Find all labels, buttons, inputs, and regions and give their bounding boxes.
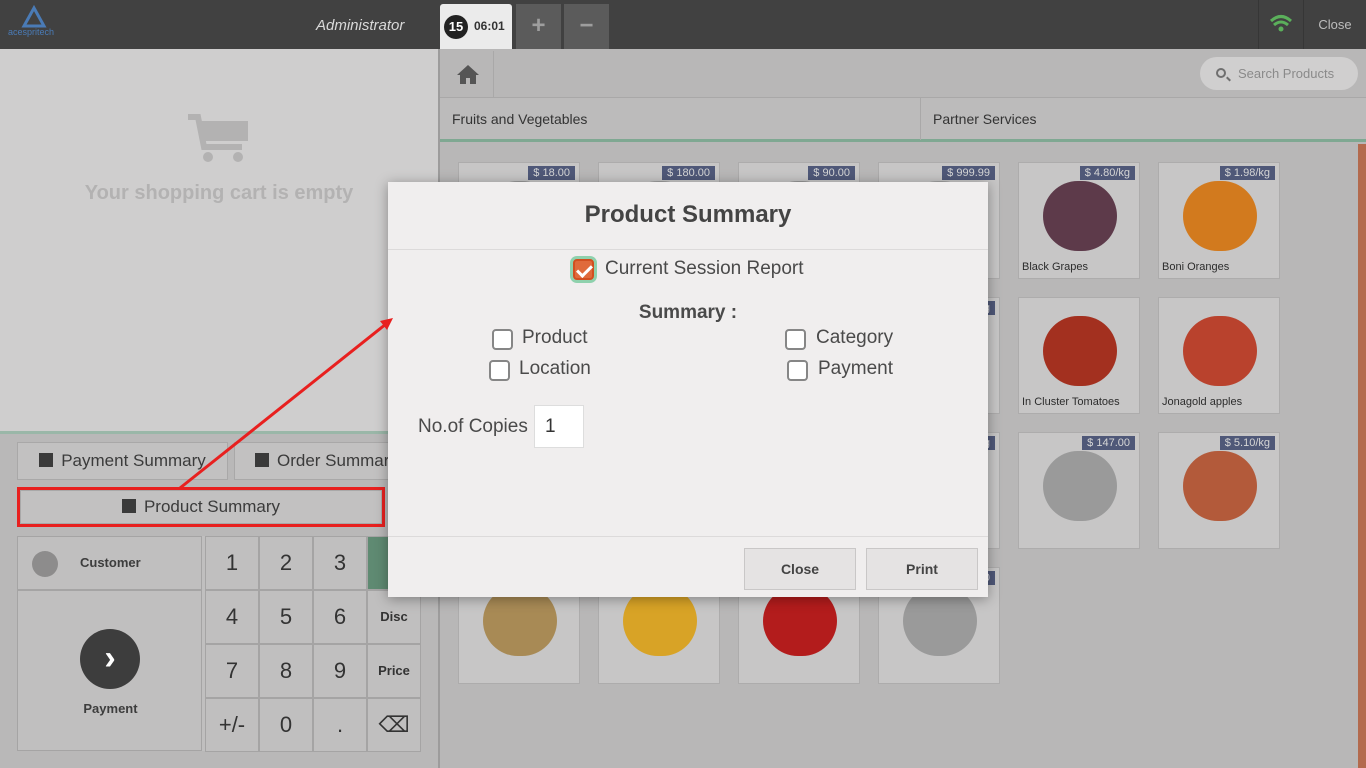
disc-mode-button[interactable]: Disc: [367, 590, 421, 644]
key-4[interactable]: 4: [205, 590, 259, 644]
payment-summary-button[interactable]: Payment Summary: [17, 442, 228, 480]
product-name: Jonagold apples: [1162, 396, 1243, 408]
numpad-area: Customer › Payment 1 2 3 Q 4 5 6 Disc 7 …: [17, 536, 421, 752]
highlight-box: [17, 487, 385, 527]
key-7[interactable]: 7: [205, 644, 259, 698]
company-logo: [21, 4, 47, 28]
order-tab[interactable]: 15 06:01: [440, 4, 512, 49]
price-mode-button[interactable]: Price: [367, 644, 421, 698]
wifi-icon: [1258, 0, 1303, 49]
product-card[interactable]: $ 147.00: [1018, 432, 1140, 549]
key-5[interactable]: 5: [259, 590, 313, 644]
order-time: 06:01: [474, 19, 505, 33]
logo-text: acespritech: [8, 27, 55, 37]
category-option-label: Category: [816, 327, 894, 348]
current-session-checkbox[interactable]: [573, 259, 594, 280]
category-fruits-vegetables[interactable]: Fruits and Vegetables: [440, 98, 920, 140]
product-checkbox[interactable]: [492, 329, 513, 350]
home-icon[interactable]: [442, 51, 494, 97]
key-2[interactable]: 2: [259, 536, 313, 590]
location-checkbox[interactable]: [489, 360, 510, 381]
payment-summary-label: Payment Summary: [61, 451, 206, 470]
cart-empty-message: Your shopping cart is empty: [84, 182, 354, 204]
payment-button[interactable]: › Payment: [17, 590, 202, 751]
product-card[interactable]: $ 5.10/kg: [1158, 432, 1280, 549]
key-8[interactable]: 8: [259, 644, 313, 698]
customer-label: Customer: [80, 555, 141, 570]
product-price: $ 180.00: [662, 166, 715, 180]
shopping-cart-icon: [188, 114, 248, 162]
current-user[interactable]: Administrator: [316, 17, 404, 34]
product-card[interactable]: Jonagold apples: [1158, 297, 1280, 414]
document-icon: [255, 453, 269, 467]
copies-label: No.of Copies: [418, 416, 528, 437]
summary-heading: Summary :: [638, 302, 738, 323]
key-plus-minus[interactable]: +/-: [205, 698, 259, 752]
key-6[interactable]: 6: [313, 590, 367, 644]
payment-option-label: Payment: [818, 358, 893, 379]
product-price: $ 5.10/kg: [1219, 436, 1275, 450]
product-price: $ 1.98/kg: [1219, 166, 1275, 180]
key-9[interactable]: 9: [313, 644, 367, 698]
product-card[interactable]: $ 4.80/kg Black Grapes: [1018, 162, 1140, 279]
product-image: [1183, 316, 1257, 386]
backspace-icon[interactable]: ⌫: [367, 698, 421, 752]
dialog-title: Product Summary: [388, 182, 988, 250]
dialog-footer: Close Print: [388, 536, 988, 597]
product-price: $ 18.00: [528, 166, 575, 180]
product-list-scrollbar[interactable]: [1358, 144, 1366, 768]
key-1[interactable]: 1: [205, 536, 259, 590]
location-option-label: Location: [519, 358, 591, 379]
search-icon: [1216, 68, 1226, 78]
remove-order-button[interactable]: −: [564, 4, 609, 49]
product-name: Boni Oranges: [1162, 261, 1230, 273]
product-name: In Cluster Tomatoes: [1022, 396, 1120, 408]
document-icon: [39, 453, 54, 467]
product-image: [1183, 181, 1257, 251]
order-summary-label: Order Summary: [277, 451, 398, 470]
product-card[interactable]: $ 1.98/kg Boni Oranges: [1158, 162, 1280, 279]
order-number: 15: [444, 15, 468, 39]
payment-label: Payment: [83, 701, 138, 716]
print-button[interactable]: Print: [866, 548, 978, 590]
key-3[interactable]: 3: [313, 536, 367, 590]
product-price: $ 4.80/kg: [1079, 166, 1135, 180]
customer-button[interactable]: Customer: [17, 536, 202, 590]
current-session-label: Current Session Report: [605, 258, 804, 279]
top-bar: acespritech Administrator 15 06:01 + − C…: [0, 0, 1366, 49]
add-order-button[interactable]: +: [516, 4, 561, 49]
product-card[interactable]: In Cluster Tomatoes: [1018, 297, 1140, 414]
product-price: $ 90.00: [808, 166, 855, 180]
close-pos-button[interactable]: Close: [1303, 0, 1366, 49]
product-option-label: Product: [522, 327, 588, 348]
close-button[interactable]: Close: [744, 548, 856, 590]
user-icon: [32, 551, 58, 577]
payment-checkbox[interactable]: [787, 360, 808, 381]
product-image: [1043, 451, 1117, 521]
product-price: $ 147.00: [1082, 436, 1135, 450]
category-bar: Fruits and Vegetables Partner Services: [440, 97, 1366, 142]
product-summary-dialog: Product Summary Current Session Report S…: [388, 182, 988, 597]
product-image: [1183, 451, 1257, 521]
product-image: [1043, 181, 1117, 251]
key-0[interactable]: 0: [259, 698, 313, 752]
product-price: $ 999.99: [942, 166, 995, 180]
product-name: Black Grapes: [1022, 261, 1089, 273]
product-image: [1043, 316, 1117, 386]
key-decimal[interactable]: .: [313, 698, 367, 752]
category-checkbox[interactable]: [785, 329, 806, 350]
chevron-right-icon: ›: [80, 629, 140, 689]
cart-area: Your shopping cart is empty: [0, 49, 438, 431]
category-partner-services[interactable]: Partner Services: [920, 98, 1366, 140]
copies-input[interactable]: 1: [534, 405, 584, 448]
